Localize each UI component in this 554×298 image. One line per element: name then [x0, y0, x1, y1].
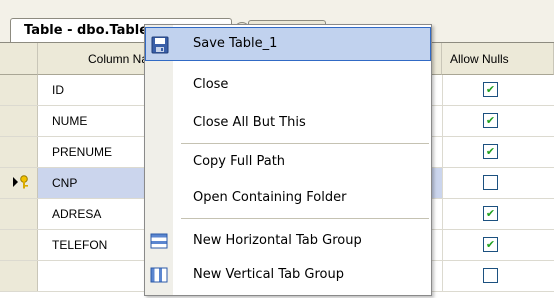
allow-nulls-checkbox[interactable]: ✔: [483, 206, 498, 221]
row-selector[interactable]: [0, 261, 38, 291]
allow-nulls-checkbox[interactable]: [483, 175, 498, 190]
allow-nulls-cell: ✔: [442, 199, 554, 229]
menu-item-close[interactable]: Close: [145, 68, 431, 102]
row-selector[interactable]: [0, 75, 38, 105]
allow-nulls-cell: [442, 168, 554, 198]
row-selector-header: [0, 43, 38, 75]
menu-item-label: New Horizontal Tab Group: [193, 233, 362, 248]
save-icon: [151, 36, 169, 54]
allow-nulls-checkbox[interactable]: ✔: [483, 82, 498, 97]
column-name-cell[interactable]: CNP: [38, 168, 148, 198]
menu-item-new-vertical-tab-group[interactable]: New Vertical Tab Group: [145, 258, 431, 292]
allow-nulls-header-label: Allow Nulls: [450, 52, 509, 66]
menu-item-label: Save Table_1: [193, 36, 278, 51]
menu-item-label: Close All But This: [193, 115, 306, 130]
allow-nulls-cell: [442, 261, 554, 291]
allow-nulls-header[interactable]: Allow Nulls: [442, 43, 554, 75]
allow-nulls-cell: ✔: [442, 230, 554, 260]
tab-context-menu: Save Table_1 Close Close All But This Co…: [144, 24, 432, 296]
allow-nulls-cell: ✔: [442, 106, 554, 136]
column-name-cell[interactable]: NUME: [38, 106, 148, 136]
allow-nulls-cell: ✔: [442, 75, 554, 105]
allow-nulls-checkbox[interactable]: ✔: [483, 144, 498, 159]
menu-item-save-table[interactable]: Save Table_1: [145, 27, 431, 61]
row-selector[interactable]: [0, 230, 38, 260]
menu-item-label: Copy Full Path: [193, 154, 286, 169]
column-name-cell[interactable]: TELEFON: [38, 230, 148, 260]
allow-nulls-cell: ✔: [442, 137, 554, 167]
allow-nulls-checkbox[interactable]: ✔: [483, 237, 498, 252]
menu-item-new-horizontal-tab-group[interactable]: New Horizontal Tab Group: [145, 224, 431, 258]
allow-nulls-checkbox[interactable]: ✔: [483, 113, 498, 128]
menu-item-label: New Vertical Tab Group: [193, 267, 344, 282]
row-selector[interactable]: [0, 199, 38, 229]
menu-item-open-containing-folder[interactable]: Open Containing Folder: [145, 181, 431, 215]
horizontal-tab-group-icon: [150, 233, 168, 249]
vertical-tab-group-icon: [150, 267, 168, 283]
column-name-cell[interactable]: ID: [38, 75, 148, 105]
menu-item-copy-full-path[interactable]: Copy Full Path: [145, 145, 431, 179]
menu-separator: [181, 218, 429, 219]
row-selector[interactable]: [0, 137, 38, 167]
menu-separator: [181, 143, 429, 144]
primary-key-icon: [13, 175, 28, 189]
menu-item-label: Open Containing Folder: [193, 190, 347, 205]
column-name-cell[interactable]: [38, 261, 148, 291]
column-name-cell[interactable]: PRENUME: [38, 137, 148, 167]
column-name-cell[interactable]: ADRESA: [38, 199, 148, 229]
allow-nulls-checkbox[interactable]: [483, 268, 498, 283]
menu-item-close-all-but-this[interactable]: Close All But This: [145, 106, 431, 140]
menu-item-label: Close: [193, 77, 229, 92]
row-selector[interactable]: [0, 168, 38, 198]
row-selector[interactable]: [0, 106, 38, 136]
